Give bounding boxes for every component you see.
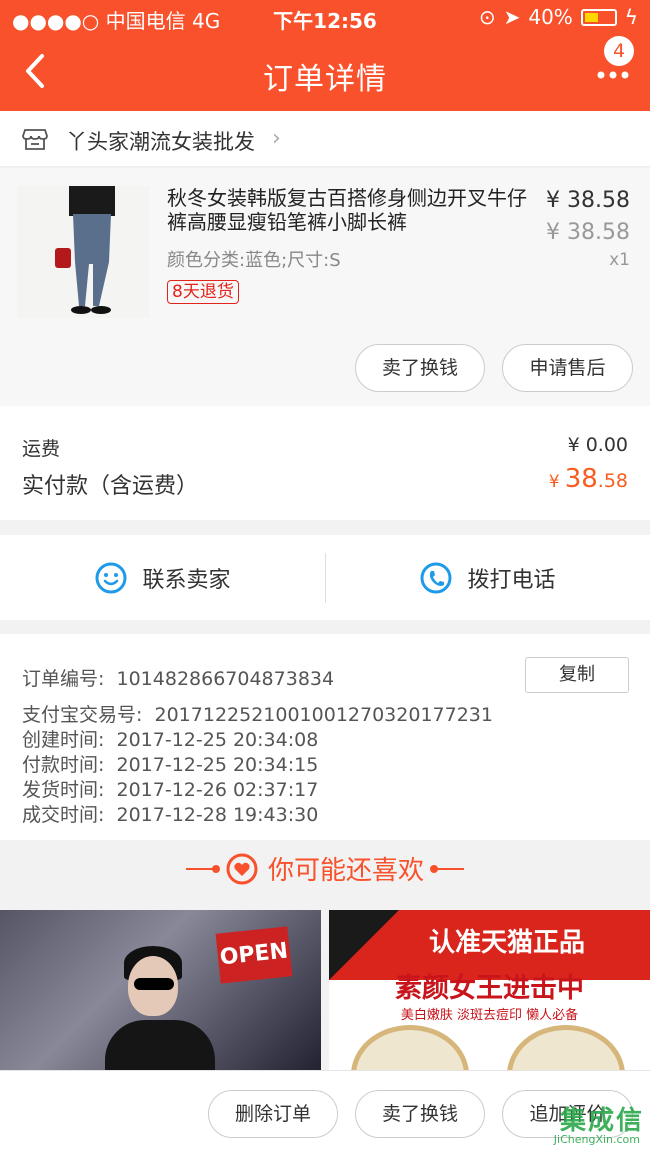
model-photo-icon — [17, 186, 149, 318]
product-original-price: ¥ 38.58 — [546, 220, 630, 245]
info-label: 订单编号: — [22, 668, 105, 690]
shipping-value: ¥ 0.00 — [567, 434, 628, 456]
nav-bar: 订单详情 4 — [0, 34, 650, 111]
chevron-right-icon: › — [272, 126, 281, 151]
app-header: ●●●●○ 中国电信 4G 下午12:56 ⊙ ➤ 40% ϟ 订单详情 4 — [0, 0, 650, 111]
location-icon: ➤ — [503, 5, 521, 29]
heart-icon — [226, 853, 258, 884]
model-body — [105, 1020, 215, 1070]
call-phone-button[interactable]: 拨打电话 — [325, 535, 650, 620]
shipped-time-row: 发货时间: 2017-12-26 02:37:17 — [22, 775, 318, 802]
product-promo-title: 素颜女王进击中 — [395, 973, 584, 1004]
alipay-trade-row: 支付宝交易号: 2017122521001001270320177231 — [22, 700, 493, 727]
paid-time-row: 付款时间: 2017-12-25 20:34:15 — [22, 750, 318, 777]
shop-name[interactable]: 丫头家潮流女装批发 — [66, 126, 255, 156]
info-label: 创建时间: — [22, 729, 105, 751]
payment-summary: 运费 ¥ 0.00 实付款（含运费） ¥ 38.58 — [0, 406, 650, 520]
after-sales-button[interactable]: 申请售后 — [502, 344, 633, 392]
site-watermark: 集成信 JiChengXin.com — [526, 1100, 644, 1152]
completed-time-value: 2017-12-28 19:43:30 — [116, 804, 319, 826]
chat-smile-icon — [95, 562, 127, 593]
shop-row[interactable]: 丫头家潮流女装批发 › — [0, 111, 650, 167]
info-label: 发货时间: — [22, 779, 105, 801]
charging-icon: ϟ — [624, 5, 638, 29]
contact-bar: 联系卖家 拨打电话 — [0, 535, 650, 620]
paid-decimal: .58 — [597, 470, 628, 492]
paid-currency: ¥ — [548, 472, 560, 492]
order-number-row: 订单编号: 101482866704873834 — [22, 664, 334, 691]
message-count-badge: 4 — [604, 36, 634, 66]
call-phone-label: 拨打电话 — [467, 567, 556, 593]
contact-seller-button[interactable]: 联系卖家 — [0, 535, 325, 620]
info-label: 支付宝交易号: — [22, 704, 143, 726]
return-policy-tag: 8天退货 — [167, 280, 239, 304]
product-name[interactable]: 秋冬女装韩版复古百搭修身侧边开叉牛仔裤高腰显瘦铅笔裤小脚长裤 — [167, 186, 537, 234]
copy-button[interactable]: 复制 — [525, 657, 629, 693]
shipped-time-value: 2017-12-26 02:37:17 — [116, 779, 319, 801]
resell-button-bottom[interactable]: 卖了换钱 — [355, 1090, 485, 1138]
created-time-value: 2017-12-25 20:34:08 — [116, 729, 319, 751]
tmall-banner-title: 认准天猫正品 — [429, 928, 586, 958]
cream-jar-left — [351, 1025, 469, 1070]
product-attributes: 颜色分类:蓝色;尺寸:S — [167, 250, 341, 271]
paid-amount: ¥ 38.58 — [549, 464, 628, 494]
info-label: 付款时间: — [22, 754, 105, 776]
paid-label: 实付款（含运费） — [22, 474, 199, 499]
product-quantity: x1 — [609, 250, 630, 270]
order-number-value: 101482866704873834 — [116, 668, 335, 690]
contact-seller-label: 联系卖家 — [142, 567, 231, 593]
delete-order-button[interactable]: 删除订单 — [208, 1090, 338, 1138]
watermark-text: 集成信 — [559, 1106, 644, 1136]
product-card[interactable]: 秋冬女装韩版复古百搭修身侧边开叉牛仔裤高腰显瘦铅笔裤小脚长裤 颜色分类:蓝色;尺… — [0, 168, 650, 406]
battery-icon — [580, 8, 617, 26]
alipay-trade-value: 2017122521001001270320177231 — [154, 704, 493, 726]
info-label: 成交时间: — [22, 804, 105, 826]
paid-time-value: 2017-12-25 20:34:15 — [116, 754, 319, 776]
recommend-title: 你可能还喜欢 — [267, 856, 424, 886]
shop-icon — [22, 129, 48, 150]
recommend-card-2[interactable]: 认准天猫正品 素颜女王进击中 美白嫩肤 淡斑去痘印 懒人必备 — [329, 910, 650, 1070]
open-sign: OPEN — [215, 926, 293, 984]
battery-percent: 40% — [528, 5, 573, 29]
shipping-label: 运费 — [22, 438, 61, 460]
status-bar: ●●●●○ 中国电信 4G 下午12:56 ⊙ ➤ 40% ϟ — [0, 0, 650, 34]
recommend-card-1[interactable]: OPEN — [0, 910, 321, 1070]
completed-time-row: 成交时间: 2017-12-28 19:43:30 — [22, 800, 318, 827]
product-promo-subtitle: 美白嫩肤 淡斑去痘印 懒人必备 — [400, 1008, 579, 1023]
recommend-title-row: 你可能还喜欢 — [0, 850, 650, 887]
recommend-header: 你可能还喜欢 — [0, 840, 650, 910]
paid-integer: 38 — [564, 464, 598, 494]
decor-line-left — [185, 864, 220, 873]
more-menu-icon[interactable] — [596, 70, 630, 80]
rotation-lock-icon: ⊙ — [478, 5, 496, 29]
watermark-sub: JiChengXin.com — [553, 1133, 640, 1146]
cream-jar-right — [507, 1025, 625, 1070]
resell-button[interactable]: 卖了换钱 — [355, 344, 485, 392]
product-price: ¥ 38.58 — [546, 188, 630, 213]
order-info: 订单编号: 101482866704873834 复制 支付宝交易号: 2017… — [0, 634, 650, 840]
sunglasses — [134, 978, 174, 990]
decor-line-right — [430, 864, 464, 873]
phone-icon — [420, 562, 452, 593]
product-thumbnail[interactable] — [17, 186, 149, 318]
created-time-row: 创建时间: 2017-12-25 20:34:08 — [22, 725, 318, 752]
status-right: ⊙ ➤ 40% ϟ — [479, 5, 638, 29]
page-title: 订单详情 — [263, 62, 387, 97]
